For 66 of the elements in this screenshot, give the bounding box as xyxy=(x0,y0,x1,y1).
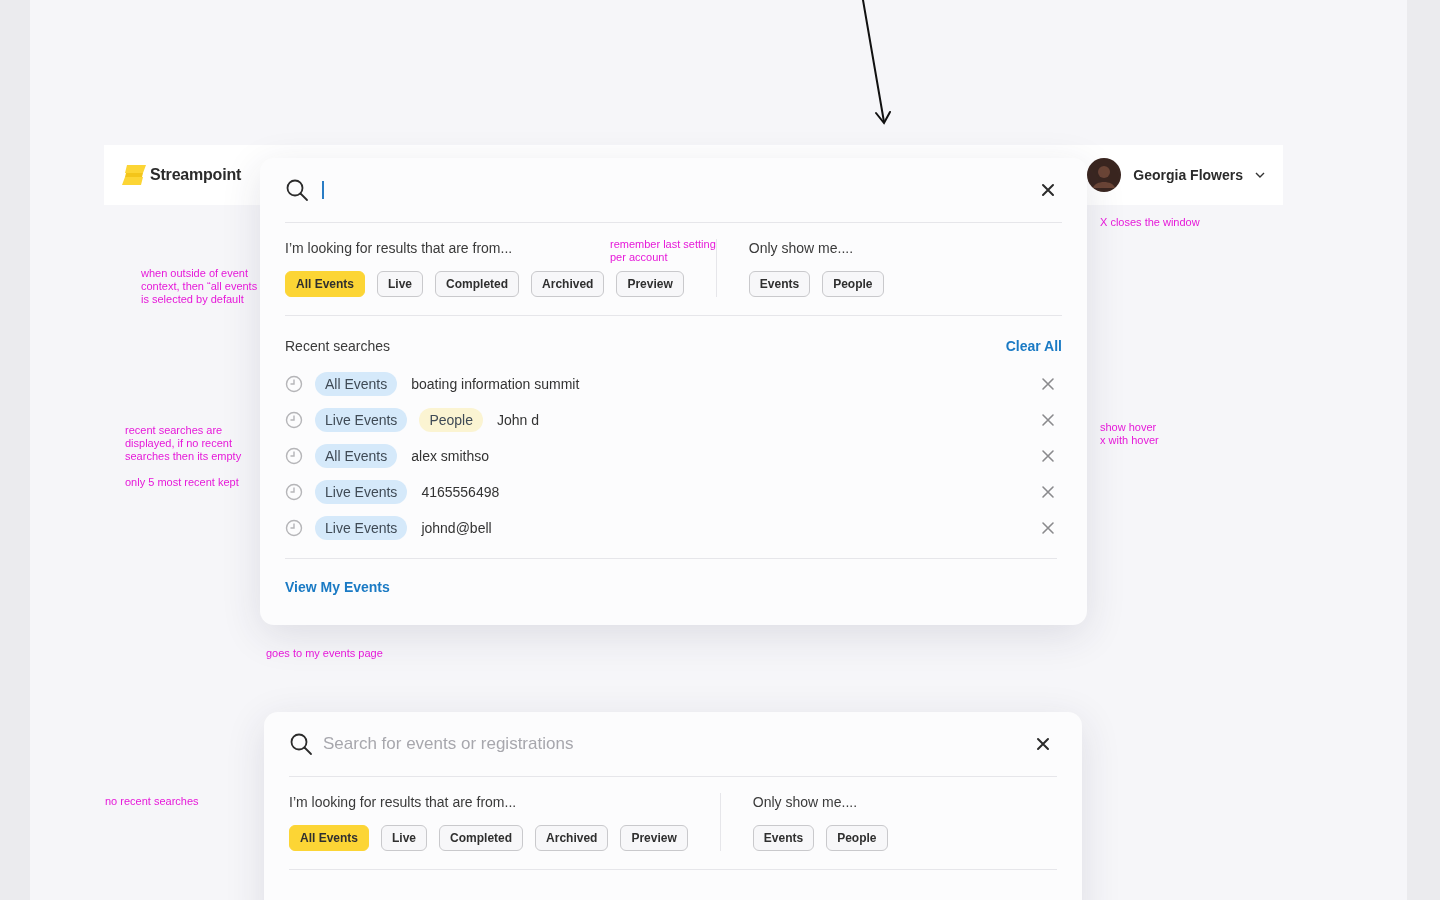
filter-chip[interactable]: All Events xyxy=(289,825,370,851)
close-icon xyxy=(1039,411,1057,429)
filter-chip[interactable]: Completed xyxy=(439,825,524,851)
remove-button[interactable] xyxy=(1039,411,1057,429)
clock-icon xyxy=(285,375,303,393)
search-tag: Live Events xyxy=(315,408,408,432)
remove-button[interactable] xyxy=(1039,519,1057,537)
annotation-note: X closes the window xyxy=(1100,216,1200,229)
filter-chip[interactable]: People xyxy=(822,271,884,297)
search-tag: Live Events xyxy=(315,480,408,504)
recent-search-query[interactable]: 4165556498 xyxy=(421,484,1027,500)
search-icon xyxy=(285,178,309,202)
filter-label: I’m looking for results that are from... xyxy=(289,793,517,811)
filter-chip[interactable]: Live xyxy=(381,825,428,851)
search-tag: People xyxy=(419,408,483,432)
filter-label: I’m looking for results that are from... xyxy=(285,239,513,257)
clock-icon xyxy=(285,519,303,537)
close-icon xyxy=(1039,181,1057,199)
filter-chip[interactable]: Archived xyxy=(535,825,609,851)
view-events-link[interactable]: View My Events xyxy=(285,579,390,595)
user-name[interactable]: Georgia Flowers xyxy=(1133,167,1243,183)
remove-button[interactable] xyxy=(1039,375,1057,393)
annotation-note: goes to my events page xyxy=(266,647,383,660)
remove-button[interactable] xyxy=(1039,447,1057,465)
remove-button[interactable] xyxy=(1039,483,1057,501)
recent-search-query[interactable]: John d xyxy=(496,412,1027,428)
search-icon xyxy=(289,732,313,756)
clock-icon xyxy=(285,447,303,465)
section-title: Recent searches xyxy=(285,338,391,354)
logo-text: Streampoint xyxy=(150,166,242,184)
annotation-note: when outside of event context, then “all events is selected by default xyxy=(141,267,258,306)
recent-search-query[interactable]: boating information summit xyxy=(411,376,1027,392)
annotation-note: no recent searches xyxy=(105,795,199,808)
logo-icon xyxy=(122,165,146,185)
filter-chip[interactable]: Events xyxy=(752,825,815,851)
close-icon xyxy=(1039,519,1057,537)
filter-chip[interactable]: Archived xyxy=(531,271,605,297)
search-tag: Live Events xyxy=(315,516,408,540)
annotation-note: remember last setting per account xyxy=(610,238,716,264)
close-icon xyxy=(1039,483,1057,501)
filter-chip[interactable]: All Events xyxy=(285,271,366,297)
search-tag: All Events xyxy=(315,372,398,396)
clock-icon xyxy=(285,483,303,501)
clear-all-link[interactable]: Clear All xyxy=(1005,338,1062,354)
clock-icon xyxy=(285,411,303,429)
filter-chip[interactable]: Preview xyxy=(616,271,684,297)
filter-chip[interactable]: Completed xyxy=(435,271,520,297)
filter-chip[interactable]: Preview xyxy=(620,825,688,851)
close-button[interactable] xyxy=(1034,735,1052,753)
avatar xyxy=(1087,158,1122,192)
annotation-note: only 5 most recent kept xyxy=(125,476,239,489)
filter-chip[interactable]: Events xyxy=(748,271,811,297)
close-button[interactable] xyxy=(1039,181,1057,199)
filter-label: Only show me.... xyxy=(748,239,854,257)
filter-chip[interactable]: People xyxy=(826,825,888,851)
recent-search-query[interactable]: johnd@bell xyxy=(421,520,1027,536)
search-tag: All Events xyxy=(315,444,398,468)
filter-chip[interactable]: Live xyxy=(377,271,424,297)
close-icon xyxy=(1039,375,1057,393)
filter-label: Only show me.... xyxy=(752,793,858,811)
annotation-note: show hover x with hover xyxy=(1100,421,1159,447)
chevron-down-icon[interactable] xyxy=(1255,172,1265,178)
recent-search-query[interactable]: alex smithso xyxy=(411,448,1027,464)
close-icon xyxy=(1034,735,1052,753)
annotation-note: recent searches are displayed, if no recent searches then its empty xyxy=(125,424,242,463)
close-icon xyxy=(1039,447,1057,465)
